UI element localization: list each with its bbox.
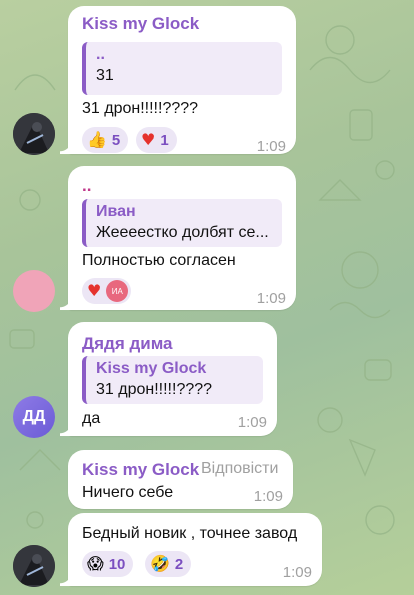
thumbs-up-icon: 👍 xyxy=(87,130,107,149)
message-bubble[interactable]: Kiss my Glock Відповісти Ничего себе 1:0… xyxy=(68,450,293,509)
reaction-rofl[interactable]: 🤣 2 xyxy=(145,551,192,577)
reactor-avatar: ИА xyxy=(106,280,129,302)
avatar[interactable] xyxy=(13,545,55,587)
sender-name[interactable]: .. xyxy=(82,176,91,196)
message-time: 1:09 xyxy=(256,290,286,307)
reaction-count: 10 xyxy=(108,555,126,573)
sender-name[interactable]: Дядя дима xyxy=(82,334,173,354)
message-text: 31 дрон!!!!!???? xyxy=(82,100,199,117)
quoted-text: 31 дрон!!!!!???? xyxy=(96,381,213,398)
message-bubble[interactable]: Дядя дима Kiss my Glock 31 дрон!!!!!????… xyxy=(60,322,277,436)
scream-face-icon: 😱 xyxy=(87,554,104,573)
message-bubble[interactable]: Бедный новик , точнее завод 😱 10 🤣 2 1:0… xyxy=(60,513,322,586)
quoted-sender: Иван xyxy=(96,203,136,220)
message-text: да xyxy=(82,410,101,427)
reaction-heart[interactable]: ♥ ИА xyxy=(82,278,132,304)
quoted-message[interactable]: Иван Жеееестко долбят се... xyxy=(82,199,282,247)
rofl-face-icon: 🤣 xyxy=(150,554,170,573)
avatar-image xyxy=(13,545,55,587)
reaction-count: 1 xyxy=(160,131,169,149)
avatar[interactable] xyxy=(13,113,55,155)
reaction-thumbs-up[interactable]: 👍 5 xyxy=(82,127,129,153)
message-text: Полностью согласен xyxy=(82,252,236,269)
quoted-sender: .. xyxy=(96,46,105,63)
message-text: Бедный новик , точнее завод xyxy=(82,525,298,542)
sender-name[interactable]: Kiss my Glock xyxy=(82,14,199,34)
quoted-text: 31 xyxy=(96,67,114,84)
message-time: 1:09 xyxy=(253,488,283,505)
message-text: Ничего себе xyxy=(82,484,174,501)
reaction-count: 2 xyxy=(174,555,184,573)
avatar[interactable] xyxy=(13,270,55,312)
message-bubble[interactable]: .. Иван Жеееестко долбят се... Полностью… xyxy=(60,166,296,310)
quoted-text: Жеееестко долбят се... xyxy=(96,224,269,241)
message-time: 1:09 xyxy=(282,564,312,581)
reaction-heart[interactable]: ♥ 1 xyxy=(136,127,177,153)
avatar-image xyxy=(13,113,55,155)
avatar[interactable]: ДД xyxy=(13,396,55,438)
heart-icon: ♥ xyxy=(141,130,156,149)
heart-icon: ♥ xyxy=(87,281,102,300)
reaction-scream[interactable]: 😱 10 xyxy=(82,551,134,577)
message-bubble[interactable]: Kiss my Glock .. 31 31 дрон!!!!!???? 👍 5… xyxy=(60,6,296,155)
quoted-sender: Kiss my Glock xyxy=(96,360,207,377)
sender-name[interactable]: Kiss my Glock xyxy=(82,460,199,480)
message-time: 1:09 xyxy=(256,138,286,155)
avatar-initials: ДД xyxy=(22,408,46,425)
reply-button[interactable]: Відповісти xyxy=(201,460,278,478)
quoted-message[interactable]: .. 31 xyxy=(82,42,282,95)
quoted-message[interactable]: Kiss my Glock 31 дрон!!!!!???? xyxy=(82,356,263,404)
message-time: 1:09 xyxy=(237,414,267,431)
reaction-count: 5 xyxy=(111,131,121,149)
